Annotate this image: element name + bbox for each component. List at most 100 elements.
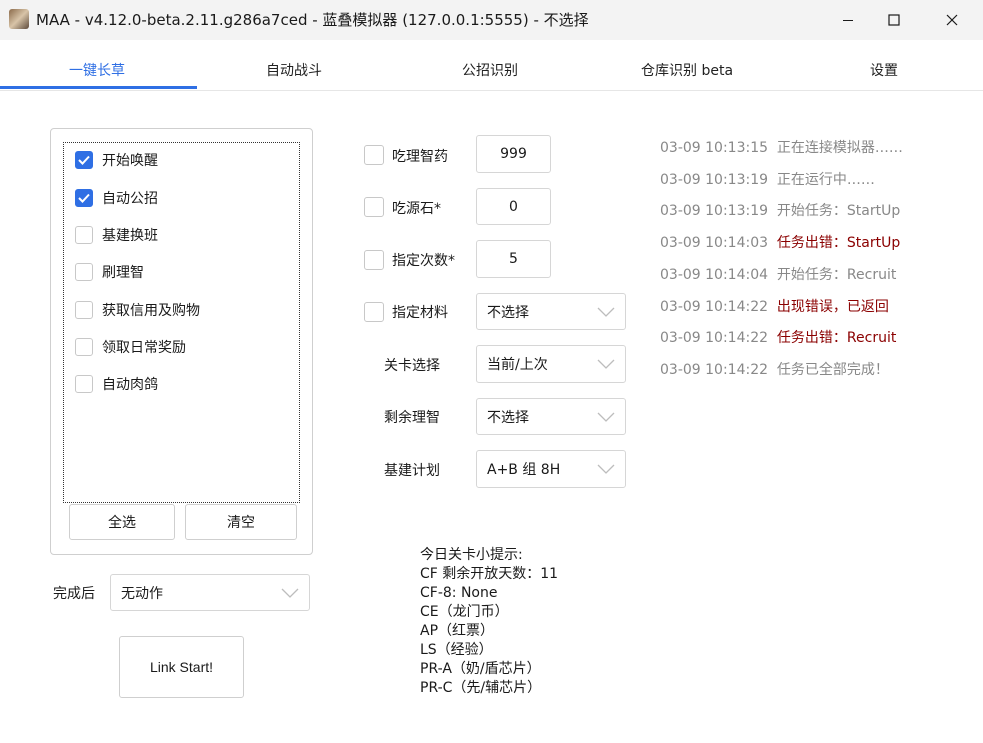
tips-line: CF-8: None bbox=[420, 585, 498, 601]
log-entry: 03-09 10:14:04 开始任务：Recruit bbox=[660, 260, 903, 292]
log-time: 03-09 10:14:22 bbox=[660, 330, 769, 347]
after-complete-dropdown[interactable]: 无动作 bbox=[110, 574, 310, 611]
checkbox[interactable] bbox=[75, 263, 93, 281]
chevron-down-icon bbox=[281, 588, 299, 598]
dropdown-value: A+B 组 8H bbox=[487, 462, 561, 478]
app-icon bbox=[9, 9, 29, 29]
log-time: 03-09 10:14:03 bbox=[660, 235, 769, 252]
maximize-button[interactable] bbox=[871, 4, 917, 36]
minimize-button[interactable] bbox=[825, 4, 871, 36]
log-message: 任务出错：Recruit bbox=[776, 330, 897, 347]
dropdown-value: 不选择 bbox=[487, 409, 529, 426]
sanity-potion-input[interactable]: 999 bbox=[476, 135, 551, 173]
dropdown-value: 无动作 bbox=[121, 585, 163, 602]
log-message: 开始任务：Recruit bbox=[776, 266, 897, 283]
checkbox[interactable] bbox=[75, 151, 93, 169]
infrast-plan-label: 基建计划 bbox=[384, 463, 440, 479]
log-time: 03-09 10:14:04 bbox=[660, 266, 769, 283]
log-time: 03-09 10:13:19 bbox=[660, 171, 769, 188]
checkbox[interactable] bbox=[75, 338, 93, 356]
task-label: 自动公招 bbox=[102, 191, 158, 207]
sanity-potion-checkbox[interactable] bbox=[364, 145, 384, 165]
dropdown-value: 当前/上次 bbox=[487, 357, 548, 373]
originium-label: 吃源石* bbox=[392, 201, 441, 217]
minimize-icon bbox=[843, 20, 853, 21]
task-label: 获取信用及购物 bbox=[102, 303, 200, 319]
log-entry: 03-09 10:14:03 任务出错：StartUp bbox=[660, 228, 903, 260]
link-start-button[interactable]: Link Start! bbox=[119, 636, 244, 698]
task-item-fight[interactable]: 刷理智 bbox=[75, 261, 144, 283]
tips-line: AP（红票） bbox=[420, 623, 495, 639]
tips-line: CF 剩余开放天数：11 bbox=[420, 566, 559, 582]
log-entry: 03-09 10:14:22 任务已全部完成！ bbox=[660, 355, 903, 387]
tab-auto-battle[interactable]: 自动战斗 bbox=[266, 60, 322, 80]
select-all-button[interactable]: 全选 bbox=[69, 504, 175, 540]
log-entry: 03-09 10:13:15 正在连接模拟器…… bbox=[660, 133, 903, 165]
task-label: 自动肉鸽 bbox=[102, 377, 158, 393]
sanity-potion-label: 吃理智药 bbox=[392, 149, 448, 165]
remaining-sanity-dropdown[interactable]: 不选择 bbox=[476, 398, 626, 435]
material-dropdown[interactable]: 不选择 bbox=[476, 293, 626, 330]
stage-dropdown[interactable]: 当前/上次 bbox=[476, 345, 626, 383]
chevron-down-icon bbox=[597, 307, 615, 317]
chevron-down-icon bbox=[597, 412, 615, 422]
close-icon bbox=[946, 14, 958, 26]
task-item-award[interactable]: 领取日常奖励 bbox=[75, 336, 186, 358]
log-entry: 03-09 10:14:22 出现错误，已返回 bbox=[660, 292, 903, 324]
tab-recruit[interactable]: 公招识别 bbox=[462, 60, 518, 80]
task-label: 开始唤醒 bbox=[102, 153, 158, 169]
tips-line: PR-C（先/辅芯片） bbox=[420, 680, 542, 696]
log-message: 正在运行中…… bbox=[776, 171, 875, 188]
log-time: 03-09 10:14:22 bbox=[660, 298, 769, 315]
times-input[interactable]: 5 bbox=[476, 240, 551, 278]
chevron-down-icon bbox=[597, 464, 615, 474]
tips-line: LS（经验） bbox=[420, 642, 493, 658]
log-entry: 03-09 10:13:19 正在运行中…… bbox=[660, 165, 903, 197]
tips-line: PR-A（奶/盾芯片） bbox=[420, 661, 541, 677]
log-message: 任务已全部完成！ bbox=[776, 361, 889, 378]
log-entry: 03-09 10:14:22 任务出错：Recruit bbox=[660, 323, 903, 355]
task-label: 基建换班 bbox=[102, 228, 158, 244]
checkbox[interactable] bbox=[75, 375, 93, 393]
dropdown-value: 不选择 bbox=[487, 304, 529, 321]
task-label: 领取日常奖励 bbox=[102, 340, 186, 356]
log-panel: 03-09 10:13:15 正在连接模拟器…… 03-09 10:13:19 … bbox=[660, 133, 903, 387]
tips-title: 今日关卡小提示: bbox=[420, 547, 523, 563]
log-message: 任务出错：StartUp bbox=[776, 235, 901, 252]
task-item-roguelike[interactable]: 自动肉鸽 bbox=[75, 373, 158, 395]
maximize-icon bbox=[888, 14, 900, 26]
tab-one-click[interactable]: 一键长草 bbox=[69, 60, 125, 80]
window-title: MAA - v4.12.0-beta.2.11.g286a7ced - 蓝叠模拟… bbox=[36, 11, 589, 29]
tab-depot[interactable]: 仓库识别 beta bbox=[641, 60, 733, 80]
log-message: 正在连接模拟器…… bbox=[776, 140, 903, 156]
material-checkbox[interactable] bbox=[364, 302, 384, 322]
times-checkbox[interactable] bbox=[364, 250, 384, 270]
checkbox[interactable] bbox=[75, 226, 93, 244]
chevron-down-icon bbox=[597, 359, 615, 369]
clear-button[interactable]: 清空 bbox=[185, 504, 297, 540]
log-time: 03-09 10:14:22 bbox=[660, 361, 769, 378]
task-item-infrast[interactable]: 基建换班 bbox=[75, 224, 158, 246]
originium-input[interactable]: 0 bbox=[476, 188, 551, 225]
log-entry: 03-09 10:13:19 开始任务：StartUp bbox=[660, 196, 903, 228]
task-item-mall[interactable]: 获取信用及购物 bbox=[75, 299, 200, 321]
checkbox[interactable] bbox=[75, 301, 93, 319]
checkbox[interactable] bbox=[75, 189, 93, 207]
originium-checkbox[interactable] bbox=[364, 197, 384, 217]
check-icon bbox=[78, 155, 90, 165]
active-tab-indicator bbox=[0, 86, 197, 89]
times-label: 指定次数* bbox=[392, 253, 455, 269]
close-button[interactable] bbox=[929, 4, 975, 36]
log-message: 开始任务：StartUp bbox=[776, 203, 901, 220]
log-message: 出现错误，已返回 bbox=[776, 298, 889, 315]
infrast-plan-dropdown[interactable]: A+B 组 8H bbox=[476, 450, 626, 488]
task-item-recruit[interactable]: 自动公招 bbox=[75, 187, 158, 209]
material-label: 指定材料 bbox=[392, 305, 448, 321]
task-item-startup[interactable]: 开始唤醒 bbox=[75, 149, 158, 171]
after-complete-label: 完成后 bbox=[53, 586, 95, 602]
log-time: 03-09 10:13:15 bbox=[660, 140, 769, 156]
tab-settings[interactable]: 设置 bbox=[870, 60, 898, 80]
check-icon bbox=[78, 193, 90, 203]
stage-label: 关卡选择 bbox=[384, 358, 440, 374]
stage-tips: 今日关卡小提示: CF 剩余开放天数：11 CF-8: None CE（龙门币）… bbox=[420, 546, 558, 698]
